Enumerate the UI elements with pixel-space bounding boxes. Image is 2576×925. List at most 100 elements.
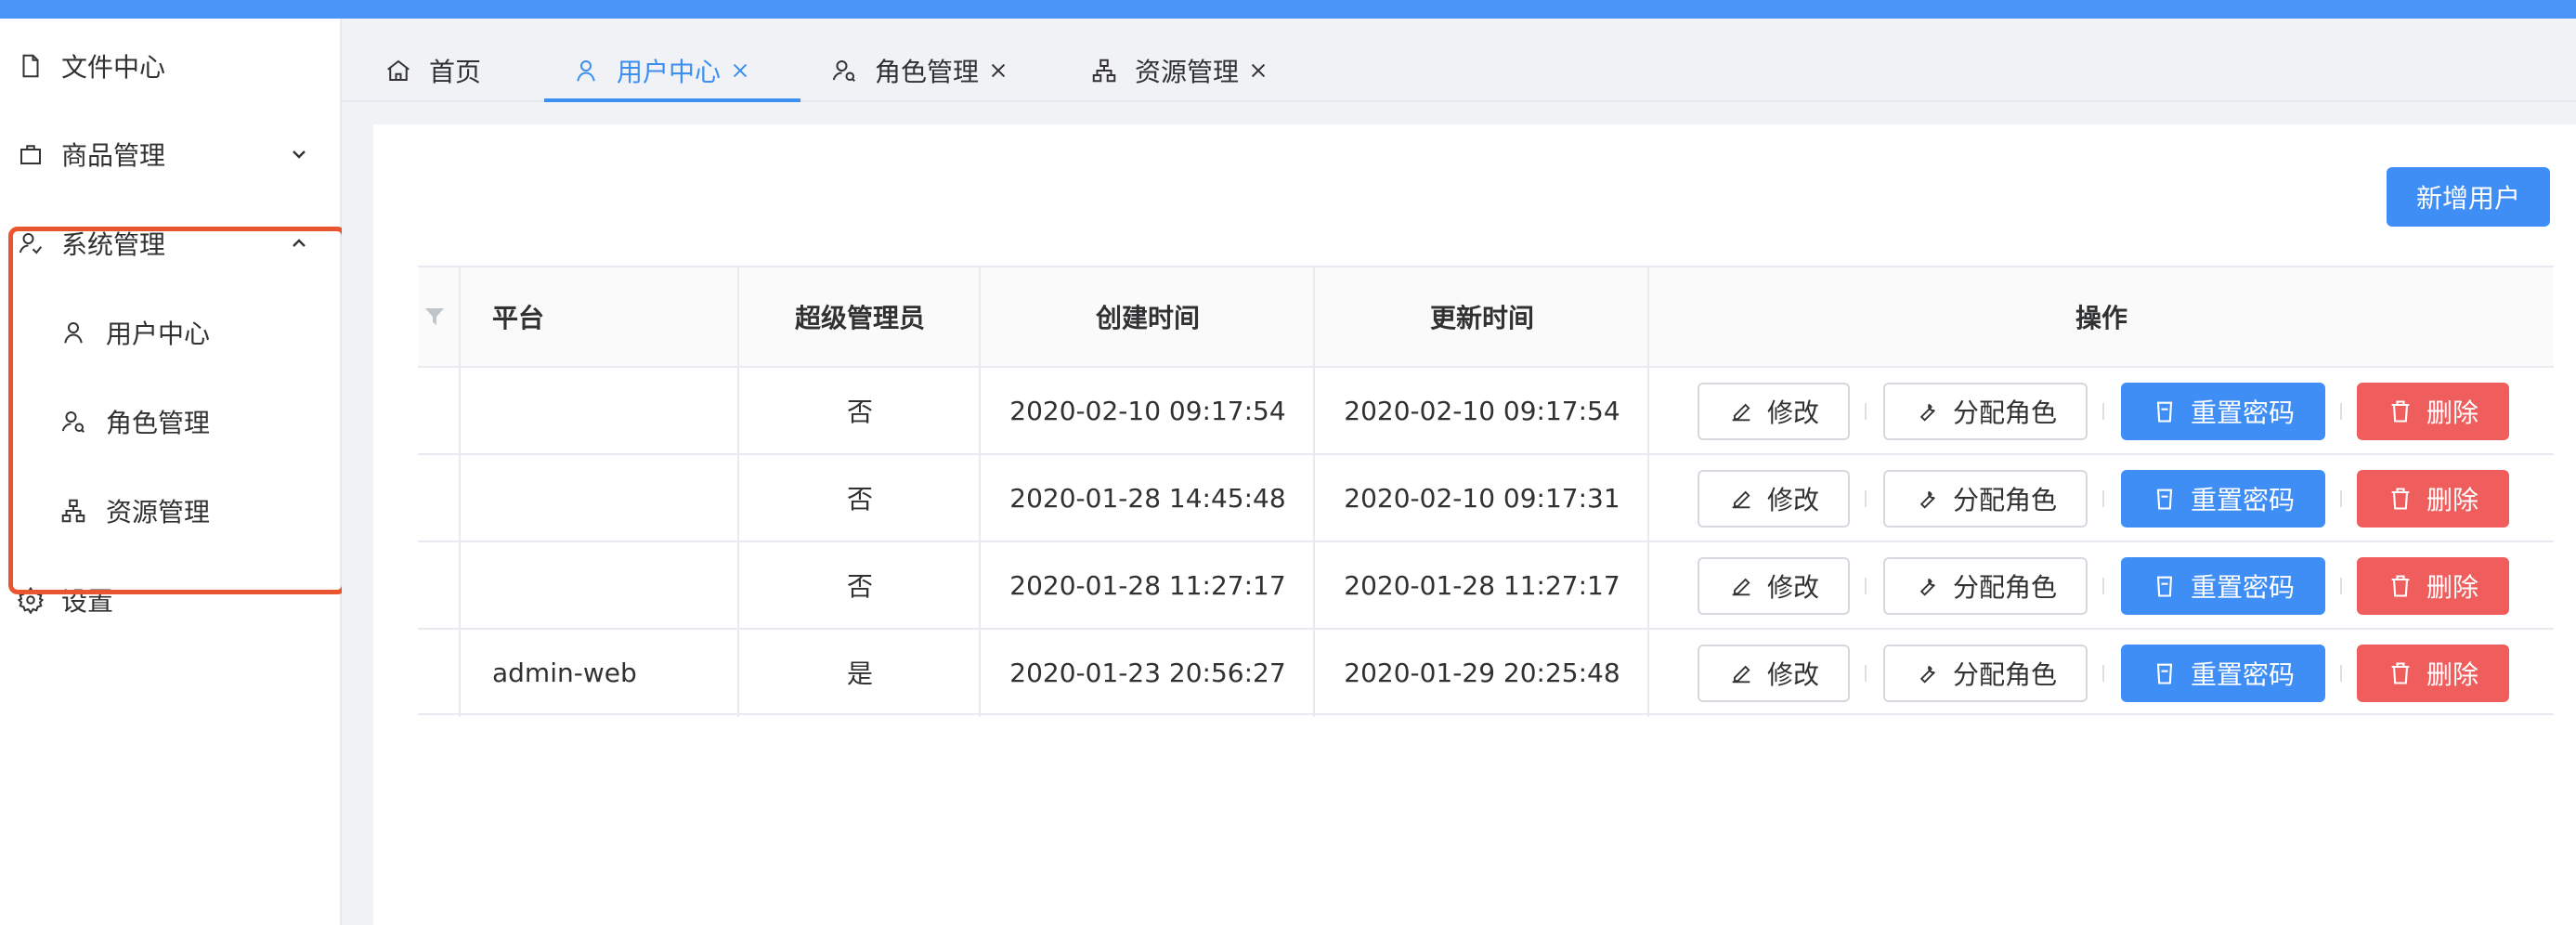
table-header-filter[interactable]	[418, 267, 461, 366]
file-icon	[22, 54, 39, 78]
sidebar: 文件中心 商品管理 系统管理 用户中心 角色管理 资源管理 设置	[0, 19, 346, 925]
action-separator	[2102, 665, 2104, 682]
gear-icon	[17, 586, 45, 614]
users-icon	[19, 233, 43, 254]
cell-platform	[461, 455, 739, 541]
cell-created: 2020-01-28 14:45:48	[1009, 482, 1286, 514]
reset-password-label: 重置密码	[2190, 485, 2295, 515]
add-user-button[interactable]: 新增用户	[2387, 167, 2550, 227]
tab-role-management[interactable]: 角色管理	[830, 39, 1008, 102]
table-row: admin-web 是 2020-01-23 20:56:27 2020-01-…	[418, 628, 2554, 715]
table-row: 否 2020-02-10 09:17:54 2020-02-10 09:17:5…	[418, 366, 2554, 453]
cell-updated: 2020-01-29 20:25:48	[1344, 657, 1620, 688]
assign-role-button[interactable]: 分配角色	[1883, 645, 2088, 702]
table-row: 否 2020-01-28 14:45:48 2020-02-10 09:17:3…	[418, 453, 2554, 541]
bag-icon	[20, 145, 41, 164]
action-separator	[1865, 578, 1867, 594]
edit-label: 修改	[1766, 397, 1819, 428]
top-accent-bar	[0, 0, 2576, 19]
table-row: 否 2020-01-28 11:27:17 2020-01-28 11:27:1…	[418, 541, 2554, 628]
action-separator	[2340, 578, 2342, 594]
action-separator	[2340, 403, 2342, 420]
reset-password-button[interactable]: 重置密码	[2121, 470, 2325, 528]
table-header-actions: 操作	[1649, 267, 2554, 366]
close-icon[interactable]	[730, 60, 750, 81]
edit-label: 修改	[1766, 572, 1819, 603]
tab-home[interactable]: 首页	[384, 39, 481, 102]
sidebar-item-resource-management[interactable]: 资源管理	[0, 466, 340, 555]
delete-button[interactable]: 删除	[2357, 383, 2509, 440]
sidebar-item-role-management[interactable]: 角色管理	[0, 377, 340, 466]
filter-icon[interactable]	[423, 306, 446, 327]
reset-password-button[interactable]: 重置密码	[2121, 383, 2325, 440]
action-separator	[1865, 665, 1867, 682]
assign-role-label: 分配角色	[1952, 659, 2057, 690]
sidebar-item-system[interactable]: 系统管理	[0, 199, 340, 288]
pencil-icon	[1732, 403, 1750, 422]
sidebar-item-label: 设置	[61, 586, 114, 617]
cup-icon	[2156, 576, 2173, 597]
cup-icon	[2156, 489, 2173, 510]
assign-role-button[interactable]: 分配角色	[1883, 557, 2088, 615]
edit-button[interactable]: 修改	[1698, 383, 1850, 440]
table-header-platform: 平台	[461, 267, 739, 366]
assign-role-label: 分配角色	[1952, 572, 2057, 603]
sitemap-icon	[61, 499, 85, 523]
cell-created: 2020-01-28 11:27:17	[1009, 569, 1286, 601]
pencil-icon	[1732, 490, 1750, 509]
reset-password-label: 重置密码	[2190, 572, 2295, 603]
cell-platform	[461, 542, 739, 628]
table-header-updated: 更新时间	[1315, 267, 1649, 366]
delete-label: 删除	[2426, 397, 2478, 428]
tab-label: 用户中心	[617, 57, 722, 87]
reset-password-button[interactable]: 重置密码	[2121, 557, 2325, 615]
cell-created: 2020-02-10 09:17:54	[1009, 395, 1286, 426]
sidebar-item-label: 用户中心	[106, 319, 211, 349]
user-table: 平台 超级管理员 创建时间 更新时间 操作 否 2020-02-10 09:17…	[418, 266, 2554, 717]
delete-label: 删除	[2426, 485, 2478, 515]
wrench-icon	[1919, 665, 1935, 684]
action-separator	[2102, 490, 2104, 507]
tab-user-center[interactable]: 用户中心	[572, 39, 750, 102]
edit-button[interactable]: 修改	[1698, 557, 1850, 615]
close-icon[interactable]	[1248, 60, 1268, 81]
wrench-icon	[1919, 578, 1935, 596]
sidebar-item-file-center[interactable]: 文件中心	[0, 21, 340, 111]
reset-password-button[interactable]: 重置密码	[2121, 645, 2325, 702]
trash-icon	[2391, 400, 2410, 423]
cell-super-admin: 否	[846, 397, 873, 427]
tab-label: 资源管理	[1135, 57, 1240, 87]
sidebar-item-settings[interactable]: 设置	[0, 555, 340, 645]
action-separator	[2340, 665, 2342, 682]
delete-button[interactable]: 删除	[2357, 557, 2509, 615]
wrench-icon	[1919, 403, 1935, 422]
home-icon	[387, 59, 410, 81]
assign-role-button[interactable]: 分配角色	[1883, 470, 2088, 528]
sidebar-item-label: 角色管理	[106, 408, 211, 438]
sidebar-item-label: 资源管理	[106, 497, 211, 528]
table-header-super-admin: 超级管理员	[739, 267, 981, 366]
reset-password-label: 重置密码	[2190, 397, 2295, 428]
pencil-icon	[1732, 578, 1750, 596]
cup-icon	[2156, 663, 2173, 684]
action-separator	[1865, 490, 1867, 507]
sidebar-item-goods[interactable]: 商品管理	[0, 110, 340, 199]
action-separator	[1865, 403, 1867, 420]
action-separator	[2340, 490, 2342, 507]
role-icon	[832, 60, 855, 82]
sidebar-item-label: 系统管理	[61, 229, 166, 260]
sidebar-item-user-center[interactable]: 用户中心	[0, 288, 340, 377]
chevron-down-icon	[293, 150, 306, 159]
sidebar-item-label: 文件中心	[61, 52, 166, 83]
delete-button[interactable]: 删除	[2357, 645, 2509, 702]
close-icon[interactable]	[988, 60, 1008, 81]
reset-password-label: 重置密码	[2190, 659, 2295, 690]
assign-role-button[interactable]: 分配角色	[1883, 383, 2088, 440]
pencil-icon	[1732, 665, 1750, 684]
tab-resource-management[interactable]: 资源管理	[1090, 39, 1268, 102]
cell-created: 2020-01-23 20:56:27	[1009, 657, 1286, 688]
edit-button[interactable]: 修改	[1698, 470, 1850, 528]
edit-button[interactable]: 修改	[1698, 645, 1850, 702]
delete-button[interactable]: 删除	[2357, 470, 2509, 528]
cell-super-admin: 否	[846, 484, 873, 515]
